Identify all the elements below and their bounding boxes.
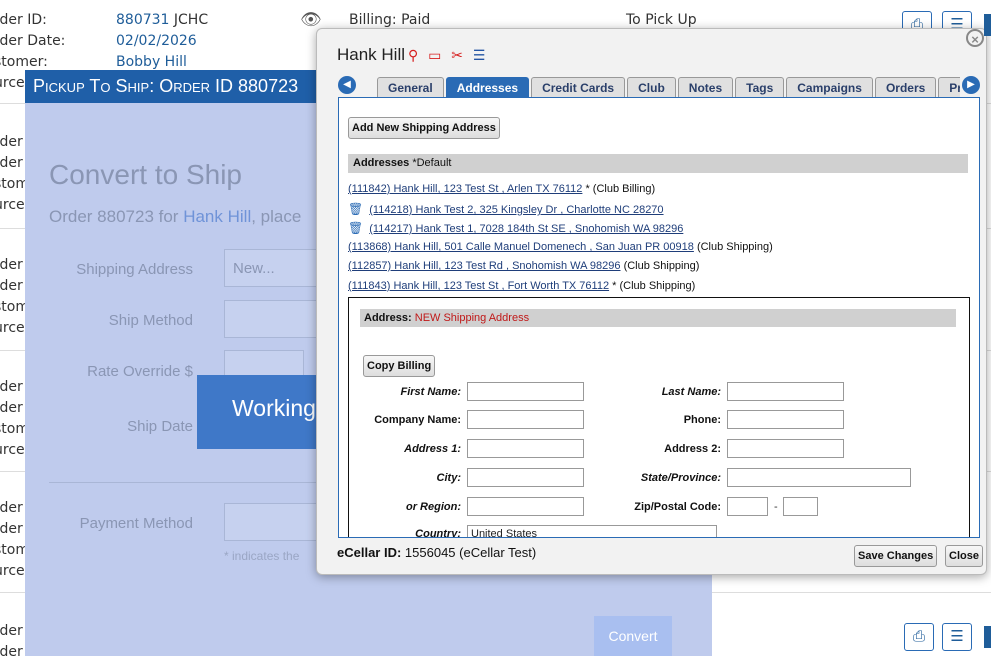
phone-label: Phone: [683, 414, 721, 426]
address2-input[interactable] [727, 439, 844, 458]
trash-icon[interactable]: 🗑 [348, 202, 363, 216]
tab-scroll-left-icon[interactable]: ◀ [338, 76, 356, 94]
tab-bar: General Addresses Credit Cards Club Notes Tag… [377, 77, 960, 97]
modal-subtitle: Order 880723 for Hank Hill, place [49, 207, 302, 226]
first-name-label: First Name: [400, 386, 461, 398]
address-link[interactable]: (112857) Hank Hill, 123 Test Rd , Snohom… [348, 260, 621, 272]
credit-card-icon: ▭ [428, 47, 442, 63]
company-name-input[interactable] [467, 410, 584, 429]
order-date-value: 02/02/2026 [116, 33, 197, 49]
country-label: Country: [415, 528, 461, 538]
address-row: 🗑 (114218) Hank Test 2, 325 Kingsley Dr ,… [348, 202, 664, 216]
region-input[interactable] [467, 497, 584, 516]
company-name-label: Company Name: [374, 414, 461, 426]
convert-button[interactable]: Convert [594, 616, 672, 656]
address-row: (111843) Hank Hill, 123 Test St , Fort W… [348, 280, 696, 292]
city-label: City: [436, 472, 461, 484]
address-link[interactable]: (111842) Hank Hill, 123 Test St , Arlen … [348, 183, 582, 195]
shipping-address-select[interactable]: New... [224, 249, 324, 287]
phone-input[interactable] [727, 410, 844, 429]
addresses-panel: Add New Shipping Address Addresses *Defa… [338, 97, 980, 538]
form-header: Address: NEW Shipping Address [360, 309, 956, 327]
last-name-input[interactable] [727, 382, 844, 401]
ship-date-label: Ship Date [127, 418, 193, 435]
address1-input[interactable] [467, 439, 584, 458]
tab-orders[interactable]: Orders [874, 77, 937, 97]
address1-label: Address 1: [404, 443, 461, 455]
tab-notes[interactable]: Notes [677, 77, 734, 97]
address-link[interactable]: (111843) Hank Hill, 123 Test St , Fort W… [348, 280, 609, 292]
tab-club[interactable]: Club [627, 77, 676, 97]
ship-method-label: Ship Method [108, 312, 193, 329]
print-icon[interactable] [984, 626, 991, 648]
customer-status-icons: ⚲ ▭ ✂ ☰ [408, 47, 491, 64]
address-row: (112857) Hank Hill, 123 Test Rd , Snohom… [348, 260, 700, 272]
shipping-address-label: Shipping Address [76, 261, 193, 278]
tab-scroll-right-icon[interactable]: ▶ [962, 76, 980, 94]
wine-icon: ⚲ [408, 47, 419, 63]
source-label: urce [0, 320, 25, 336]
add-shipping-address-button[interactable]: Add New Shipping Address [348, 117, 500, 139]
city-input[interactable] [467, 468, 584, 487]
address-row: 🗑 (114217) Hank Test 1, 7028 184th St SE … [348, 221, 683, 235]
customer-dialog: × Hank Hill ⚲ ▭ ✂ ☰ ◀ General Addresses Cr… [316, 28, 987, 575]
pdf-icon[interactable]: ⎙ [904, 623, 934, 651]
zip-label: Zip/Postal Code: [634, 501, 721, 513]
checklist-icon: ☰ [472, 47, 486, 63]
close-icon[interactable]: × [966, 29, 984, 47]
rate-override-label: Rate Override $ [87, 363, 193, 380]
customer-link[interactable]: Hank Hill [183, 207, 251, 226]
billing-status: Billing: Paid [349, 12, 431, 28]
address-row: (113868) Hank Hill, 501 Calle Manuel Dom… [348, 241, 773, 253]
tab-tags[interactable]: Tags [735, 77, 785, 97]
payment-method-label: Payment Method [79, 515, 193, 532]
tab-addresses[interactable]: Addresses [445, 77, 530, 97]
source-label: urce [0, 442, 25, 458]
address-row: (111842) Hank Hill, 123 Test St , Arlen … [348, 183, 656, 195]
close-button[interactable]: Close [945, 545, 983, 567]
address2-label: Address 2: [664, 443, 721, 455]
zip-separator: - [774, 501, 778, 513]
state-label: State/Province: [640, 472, 721, 484]
new-address-form: Address: NEW Shipping Address Copy Billi… [348, 297, 970, 538]
zip-input[interactable] [727, 497, 768, 516]
first-name-input[interactable] [467, 382, 584, 401]
save-changes-button[interactable]: Save Changes [854, 545, 938, 567]
eye-icon[interactable]: 👁 [300, 10, 322, 30]
order-id-label: rder ID: [0, 12, 47, 28]
required-note: * indicates the [224, 549, 300, 563]
payment-method-select[interactable] [224, 503, 324, 541]
tab-campaigns[interactable]: Campaigns [786, 77, 873, 97]
ship-method-select[interactable] [224, 300, 324, 338]
order-id-link[interactable]: 880731 JCHC [116, 12, 208, 28]
source-label: urce [0, 75, 25, 91]
source-label: urce [0, 197, 25, 213]
address-link[interactable]: (114217) Hank Test 1, 7028 184th St SE ,… [369, 223, 683, 235]
customer-name: Hank Hill [337, 45, 406, 64]
trash-icon[interactable]: 🗑 [348, 221, 363, 235]
zip-plus4-input[interactable] [783, 497, 818, 516]
address-link[interactable]: (113868) Hank Hill, 501 Calle Manuel Dom… [348, 241, 694, 253]
print-icon[interactable] [984, 14, 991, 36]
tab-credit-cards[interactable]: Credit Cards [531, 77, 626, 97]
addresses-section-header: Addresses *Default [348, 154, 968, 173]
region-label: or Region: [406, 501, 461, 513]
customer-link[interactable]: Bobby Hill [116, 54, 187, 70]
modal-title: Convert to Ship [49, 159, 242, 190]
copy-billing-button[interactable]: Copy Billing [363, 355, 436, 377]
no-shipping-icon: ✂ [451, 47, 464, 63]
tab-products[interactable]: Pro [938, 77, 960, 97]
address-link[interactable]: (114218) Hank Test 2, 325 Kingsley Dr , … [369, 204, 663, 216]
tab-general[interactable]: General [377, 77, 444, 97]
source-label: urce [0, 563, 25, 579]
customer-label: stomer: [0, 54, 48, 70]
last-name-label: Last Name: [661, 386, 721, 398]
order-date-label: rder Date: [0, 33, 66, 49]
checklist-icon[interactable]: ☰ [942, 623, 972, 651]
pickup-status: To Pick Up [626, 12, 697, 28]
state-input[interactable] [727, 468, 911, 487]
ecellar-id: eCellar ID: 1556045 (eCellar Test) [337, 545, 537, 560]
country-select[interactable]: United States [467, 525, 717, 537]
